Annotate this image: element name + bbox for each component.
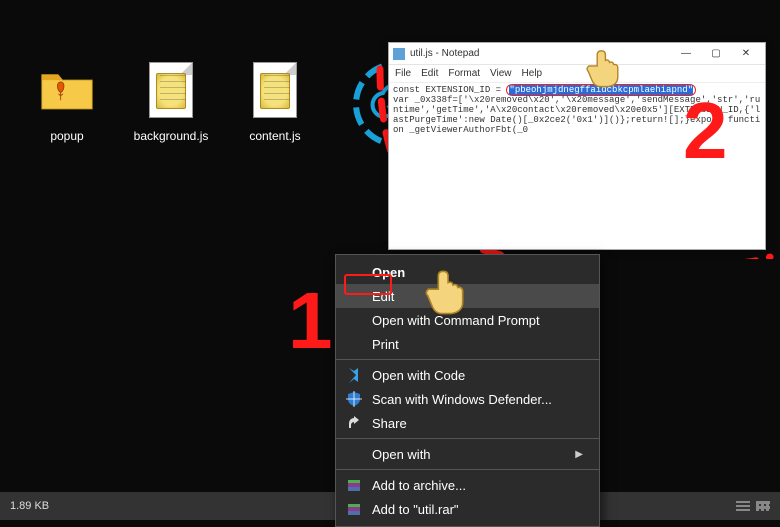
script-file-icon [245,55,305,125]
view-grid-icon[interactable] [756,501,770,511]
view-list-icon[interactable] [736,501,750,511]
ctx-print[interactable]: Print [336,332,599,356]
ctx-separator [336,359,599,360]
notepad-text-area[interactable]: const EXTENSION_ID = "pbeohjmjdnegffaidc… [389,83,765,249]
context-menu: Open Edit Open with Command Prompt Print… [335,254,600,527]
script-file-icon [141,55,201,125]
winrar-icon [346,477,362,493]
ctx-label: Open with [372,447,565,462]
ctx-label: Open [372,265,583,280]
menu-file[interactable]: File [395,68,411,79]
notepad-window: util.js - Notepad — ▢ ✕ File Edit Format… [388,42,766,250]
menu-view[interactable]: View [490,68,512,79]
ctx-edit[interactable]: Edit [336,284,599,308]
menu-format[interactable]: Format [448,68,480,79]
status-size: 1.89 KB [10,500,49,512]
notepad-menubar: File Edit Format View Help [389,65,765,83]
selected-extension-id: "pbeohjmjdnegffaidcbkcpmlaehiapnd" [509,85,693,95]
menu-help[interactable]: Help [522,68,543,79]
vscode-icon [346,367,362,383]
ctx-label: Add to "util.rar" [372,502,583,517]
ctx-label: Scan with Windows Defender... [372,392,583,407]
ctx-scan-defender[interactable]: Scan with Windows Defender... [336,387,599,411]
ctx-label: Add to archive... [372,478,583,493]
item-label: background.js [134,129,209,143]
shield-icon [346,391,362,407]
ctx-open-with-code[interactable]: Open with Code [336,363,599,387]
close-button[interactable]: ✕ [731,45,761,63]
folder-icon [37,55,97,125]
ctx-label: Print [372,337,583,352]
folder-popup[interactable]: popup [25,55,109,143]
notepad-icon [393,48,405,60]
winrar-icon [346,501,362,517]
file-content-js[interactable]: content.js [233,55,317,143]
file-background-js[interactable]: background.js [129,55,213,143]
ctx-add-archive[interactable]: Add to archive... [336,473,599,497]
ctx-open-with[interactable]: Open with ▶ [336,442,599,466]
ctx-open[interactable]: Open [336,260,599,284]
share-icon [346,415,362,431]
notepad-title: util.js - Notepad [410,48,671,59]
chevron-right-icon: ▶ [575,449,583,460]
item-label: popup [50,129,83,143]
ctx-add-rar[interactable]: Add to "util.rar" [336,497,599,521]
ctx-label: Open with Code [372,368,583,383]
ctx-open-cmd[interactable]: Open with Command Prompt [336,308,599,332]
code-text: var _0x338f=['\x20removed\x20','\x20mess… [393,95,760,135]
ctx-separator [336,438,599,439]
ctx-label: Edit [372,289,583,304]
item-label: content.js [249,129,300,143]
menu-edit[interactable]: Edit [421,68,438,79]
notepad-titlebar[interactable]: util.js - Notepad — ▢ ✕ [389,43,765,65]
ctx-label: Open with Command Prompt [372,313,583,328]
minimize-button[interactable]: — [671,45,701,63]
ctx-share[interactable]: Share [336,411,599,435]
ctx-separator [336,469,599,470]
ctx-label: Share [372,416,583,431]
code-text: const EXTENSION_ID = [393,85,506,95]
maximize-button[interactable]: ▢ [701,45,731,63]
